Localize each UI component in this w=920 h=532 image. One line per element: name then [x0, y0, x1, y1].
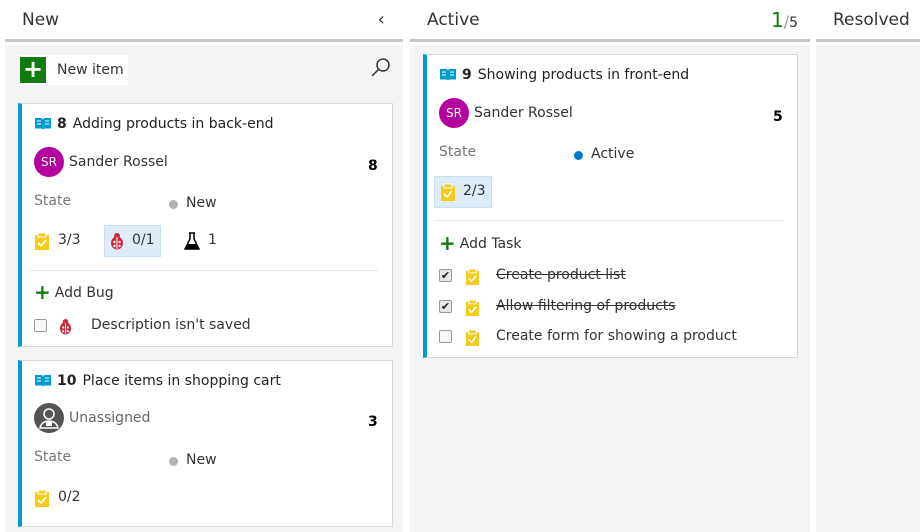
task-clipboard-icon — [465, 268, 480, 285]
column-body-new: + New item 8 Adding products in back-end … — [5, 45, 403, 532]
wip-max: 5 — [789, 15, 798, 31]
work-item-card-8[interactable]: 8 Adding products in back-end SR Sander R… — [18, 103, 393, 347]
assignee-name[interactable]: Sander Rossel — [69, 154, 168, 170]
add-task-label: Add Task — [459, 236, 522, 252]
task-rollup[interactable]: 2/3 — [434, 176, 492, 208]
effort-value: 8 — [368, 158, 378, 174]
column-title-resolved: Resolved — [833, 10, 910, 30]
flask-icon — [184, 232, 200, 250]
state-label: State — [34, 449, 72, 465]
book-icon — [439, 68, 457, 86]
chevron-left-icon[interactable]: ‹ — [378, 9, 385, 30]
card-title-row[interactable]: 9 Showing products in front-end — [439, 67, 689, 86]
task-clipboard-icon — [465, 299, 480, 316]
bug-icon — [59, 319, 72, 335]
card-title-row[interactable]: 10 Place items in shopping cart — [34, 373, 281, 392]
task-clipboard-icon — [441, 183, 455, 201]
divider — [30, 270, 378, 271]
avatar: SR — [34, 147, 64, 177]
column-body-resolved — [816, 45, 920, 532]
checkbox[interactable] — [34, 319, 47, 332]
plus-icon: + — [439, 231, 456, 255]
effort-value: 3 — [368, 414, 378, 430]
card-id: 10 — [57, 373, 77, 389]
card-id: 9 — [462, 67, 472, 83]
column-header-resolved: Resolved — [816, 0, 920, 42]
add-task-link[interactable]: + Add Task — [439, 231, 522, 255]
card-id: 8 — [57, 116, 67, 132]
state-dot — [169, 200, 178, 209]
book-icon — [34, 374, 52, 392]
task-rollup[interactable]: 3/3 — [34, 226, 94, 256]
checkbox[interactable]: ✔ — [439, 269, 452, 282]
new-item-button[interactable]: + New item — [18, 55, 128, 85]
state-dot — [574, 151, 583, 160]
task-count: 3/3 — [58, 232, 81, 248]
avatar: SR — [439, 98, 469, 128]
child-item-title[interactable]: Create product list — [496, 267, 626, 283]
task-rollup[interactable]: 0/2 — [34, 483, 94, 513]
unassigned-avatar-icon — [34, 403, 64, 433]
child-item-title[interactable]: Allow filtering of products — [496, 298, 676, 314]
child-item-title[interactable]: Description isn't saved — [91, 317, 251, 333]
card-title[interactable]: Showing products in front-end — [478, 67, 689, 83]
column-header-new: New ‹ — [5, 0, 403, 42]
state-value[interactable]: Active — [591, 146, 634, 162]
task-count: 2/3 — [463, 183, 486, 199]
task-clipboard-icon — [35, 232, 49, 250]
effort-value: 5 — [773, 109, 783, 125]
search-icon[interactable] — [370, 57, 392, 79]
assignee-name[interactable]: Sander Rossel — [474, 105, 573, 121]
task-clipboard-icon — [465, 329, 480, 346]
child-item-title[interactable]: Create form for showing a product — [496, 328, 737, 344]
state-value[interactable]: New — [186, 452, 217, 468]
column-header-active: Active 1/5 — [410, 0, 810, 42]
column-body-active: 9 Showing products in front-end SR Sander… — [410, 45, 810, 532]
plus-icon: + — [20, 57, 46, 83]
divider — [435, 220, 783, 221]
card-title[interactable]: Adding products in back-end — [73, 116, 274, 132]
checkbox[interactable]: ✔ — [439, 300, 452, 313]
work-item-card-10[interactable]: 10 Place items in shopping cart Unassigne… — [18, 360, 393, 527]
test-rollup[interactable]: 1 — [184, 226, 224, 256]
card-title-row[interactable]: 8 Adding products in back-end — [34, 116, 273, 135]
work-item-card-9[interactable]: 9 Showing products in front-end SR Sander… — [423, 54, 798, 358]
state-value[interactable]: New — [186, 195, 217, 211]
task-clipboard-icon — [35, 489, 49, 507]
bug-rollup[interactable]: 0/1 — [104, 225, 161, 257]
book-icon — [34, 117, 52, 135]
card-title[interactable]: Place items in shopping cart — [82, 373, 280, 389]
state-label: State — [34, 193, 72, 209]
test-count: 1 — [208, 232, 217, 248]
column-title-new: New — [22, 10, 60, 30]
add-bug-label: Add Bug — [54, 285, 114, 301]
add-bug-link[interactable]: + Add Bug — [34, 280, 114, 304]
state-dot — [169, 457, 178, 466]
assignee-name[interactable]: Unassigned — [69, 410, 150, 426]
bug-count: 0/1 — [132, 232, 155, 248]
bug-icon — [111, 233, 123, 250]
checkbox[interactable] — [439, 330, 452, 343]
wip-limit: 1/5 — [771, 8, 798, 32]
column-title-active: Active — [427, 10, 480, 30]
plus-icon: + — [34, 280, 51, 304]
new-item-label: New item — [57, 62, 124, 78]
state-label: State — [439, 144, 477, 160]
task-count: 0/2 — [58, 489, 81, 505]
wip-current: 1 — [770, 8, 784, 32]
